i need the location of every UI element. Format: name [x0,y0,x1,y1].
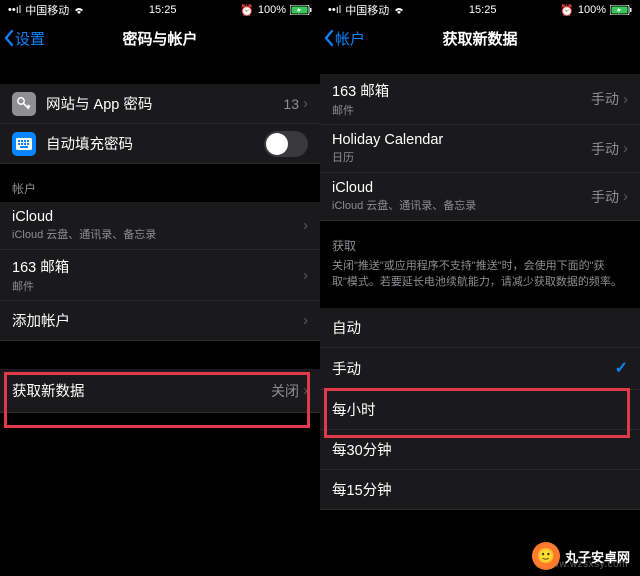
chevron-left-icon [324,30,334,46]
statusbar: ••ıl 中国移动 15:25 ⏰ 100% [0,0,320,20]
chevron-left-icon [4,30,14,46]
row-website-app-passwords[interactable]: 网站与 App 密码 13 › [0,84,320,124]
row-value: 关闭 [271,381,299,401]
key-icon [12,92,36,116]
nav-bar: 帐户 获取新数据 [320,20,640,56]
row-sublabel: 日历 [332,149,591,165]
row-label: Holiday Calendar [332,132,591,148]
chevron-right-icon: › [623,140,628,157]
alarm-icon: ⏰ [560,4,574,17]
left-phone: ••ıl 中国移动 15:25 ⏰ 100% 设置 密码与帐户 [0,0,320,576]
chevron-right-icon: › [303,95,308,112]
chevron-right-icon: › [303,382,308,399]
nav-bar: 设置 密码与帐户 [0,20,320,56]
row-icloud[interactable]: iCloud iCloud 云盘、通讯录、备忘录 手动 › [320,173,640,221]
back-button[interactable]: 设置 [0,28,45,49]
row-icloud[interactable]: iCloud iCloud 云盘、通讯录、备忘录 › [0,202,320,250]
row-fetch-new-data[interactable]: 获取新数据 关闭 › [0,369,320,413]
battery-pct: 100% [258,4,286,16]
row-label: 163 邮箱 [332,80,591,101]
nav-title: 密码与帐户 [122,28,197,49]
nav-title: 获取新数据 [442,28,517,49]
wifi-icon [73,5,85,15]
back-button[interactable]: 帐户 [320,28,365,49]
row-autofill-password[interactable]: 自动填充密码 [0,124,320,164]
keyboard-icon [12,132,36,156]
option-label: 每30分钟 [332,439,628,460]
row-163-mailbox[interactable]: 163 邮箱 邮件 手动 › [320,74,640,125]
row-163-mailbox[interactable]: 163 邮箱 邮件 › [0,250,320,301]
row-label: 网站与 App 密码 [46,93,283,114]
row-sublabel: 邮件 [332,102,591,118]
option-label: 每15分钟 [332,479,628,500]
back-label: 设置 [15,28,45,49]
row-value: 手动 [591,139,619,159]
carrier: 中国移动 [25,2,69,18]
time: 15:25 [149,4,177,16]
watermark-brand: 🙂 丸子安卓网 [532,542,630,570]
option-30min[interactable]: 每30分钟 [320,430,640,470]
row-value: 手动 [591,89,619,109]
content: 网站与 App 密码 13 › 自动填充密码 帐户 iCloud iCloud … [0,56,320,576]
chevron-right-icon: › [303,312,308,329]
option-15min[interactable]: 每15分钟 [320,470,640,510]
content: 163 邮箱 邮件 手动 › Holiday Calendar 日历 手动 › … [320,56,640,576]
option-auto[interactable]: 自动 [320,308,640,348]
row-label: 获取新数据 [12,380,271,401]
wifi-icon [393,5,405,15]
carrier: 中国移动 [345,2,389,18]
row-label: iCloud [12,209,303,225]
checkmark-icon: ✓ [615,358,628,378]
section-header-accounts: 帐户 [0,164,320,202]
back-label: 帐户 [335,28,365,49]
row-label: 自动填充密码 [46,133,264,154]
right-phone: ••ıl 中国移动 15:25 ⏰ 100% 帐户 获取新数据 16 [320,0,640,576]
battery-pct: 100% [578,4,606,16]
row-sublabel: 邮件 [12,278,303,294]
autofill-toggle[interactable] [264,131,308,157]
chevron-right-icon: › [303,217,308,234]
option-label: 自动 [332,317,628,338]
battery-icon [610,5,632,15]
row-holiday-calendar[interactable]: Holiday Calendar 日历 手动 › [320,125,640,173]
row-sublabel: iCloud 云盘、通讯录、备忘录 [332,197,591,213]
section-header-fetch: 获取 [320,221,640,259]
option-label: 手动 [332,358,615,379]
option-hourly[interactable]: 每小时 [320,390,640,430]
statusbar: ••ıl 中国移动 15:25 ⏰ 100% [320,0,640,20]
time: 15:25 [469,4,497,16]
row-label: iCloud [332,180,591,196]
row-label: 添加帐户 [12,310,303,331]
row-sublabel: iCloud 云盘、通讯录、备忘录 [12,226,303,242]
battery-icon [290,5,312,15]
toggle-knob [266,133,288,155]
row-value: 13 [283,96,299,112]
option-manual[interactable]: 手动 ✓ [320,348,640,390]
alarm-icon: ⏰ [240,4,254,17]
chevron-right-icon: › [623,91,628,108]
row-add-account[interactable]: 添加帐户 › [0,301,320,341]
signal-dots-icon: ••ıl [328,4,341,16]
row-label: 163 邮箱 [12,256,303,277]
watermark-logo-icon: 🙂 [532,542,560,570]
option-label: 每小时 [332,399,628,420]
row-value: 手动 [591,187,619,207]
watermark-text: 丸子安卓网 [565,547,630,566]
footer-text: 关闭"推送"或应用程序不支持"推送"时，会使用下面的"获取"模式。若要延长电池续… [320,259,640,298]
chevron-right-icon: › [303,267,308,284]
chevron-right-icon: › [623,188,628,205]
signal-dots-icon: ••ıl [8,4,21,16]
